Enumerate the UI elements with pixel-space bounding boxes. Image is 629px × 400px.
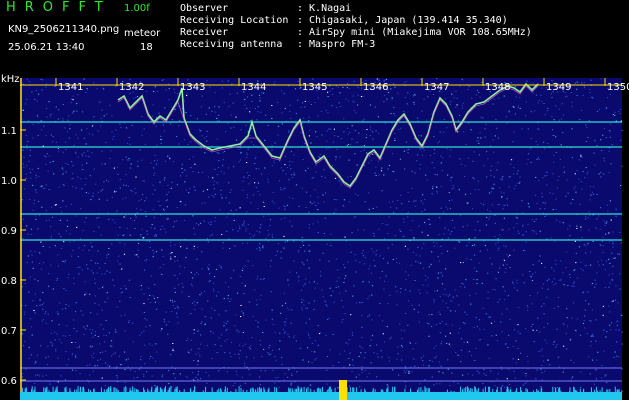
y-tick-label: 0.8 xyxy=(1,276,17,287)
location-value: : Chigasaki, Japan (139.414 35.340) xyxy=(297,15,508,26)
y-tick-label: 1.0 xyxy=(1,176,17,187)
meteor-label: meteor xyxy=(124,28,161,39)
antenna-value: : Maspro FM-3 xyxy=(297,39,376,50)
observer-label: Observer xyxy=(180,3,229,14)
time-tick-label: 1346 xyxy=(363,82,388,93)
y-tick-label: 1.1 xyxy=(1,126,17,137)
filename-label: KN9_2506211340.png xyxy=(8,24,120,35)
receiver-label: Receiver xyxy=(180,27,229,38)
spectrogram-background xyxy=(20,78,622,400)
antenna-label: Receiving antenna xyxy=(180,39,283,50)
app-title: HROFFT xyxy=(6,0,112,15)
spectrogram: 1.1 1.0 0.9 0.8 0.7 0.6 1341 1342 1343 1344 1345 1… xyxy=(1,78,629,400)
meteor-count: 18 xyxy=(140,42,153,53)
time-tick-label: 1348 xyxy=(485,82,510,93)
time-tick-label: 1347 xyxy=(424,82,449,93)
time-tick-label: 1344 xyxy=(241,82,266,93)
time-tick-label: 1341 xyxy=(58,82,83,93)
y-tick-label: 0.6 xyxy=(1,376,17,387)
receiver-value: : AirSpy mini (Miakejima VOR 108.65MHz) xyxy=(297,27,532,38)
time-tick-label: 1343 xyxy=(180,82,205,93)
observer-value: : K.Nagai xyxy=(297,3,352,14)
y-tick-label: 0.7 xyxy=(1,326,17,337)
y-unit-label: kHz xyxy=(1,74,20,85)
time-tick-label: 1350 xyxy=(607,82,629,93)
datetime-label: 25.06.21 13:40 xyxy=(8,42,85,53)
time-tick-label: 1342 xyxy=(119,82,144,93)
time-tick-label: 1349 xyxy=(546,82,571,93)
y-tick-label: 0.9 xyxy=(1,226,17,237)
version-label: 1.00f xyxy=(124,3,150,14)
location-label: Receiving Location xyxy=(180,15,289,26)
time-tick-label: 1345 xyxy=(302,82,327,93)
